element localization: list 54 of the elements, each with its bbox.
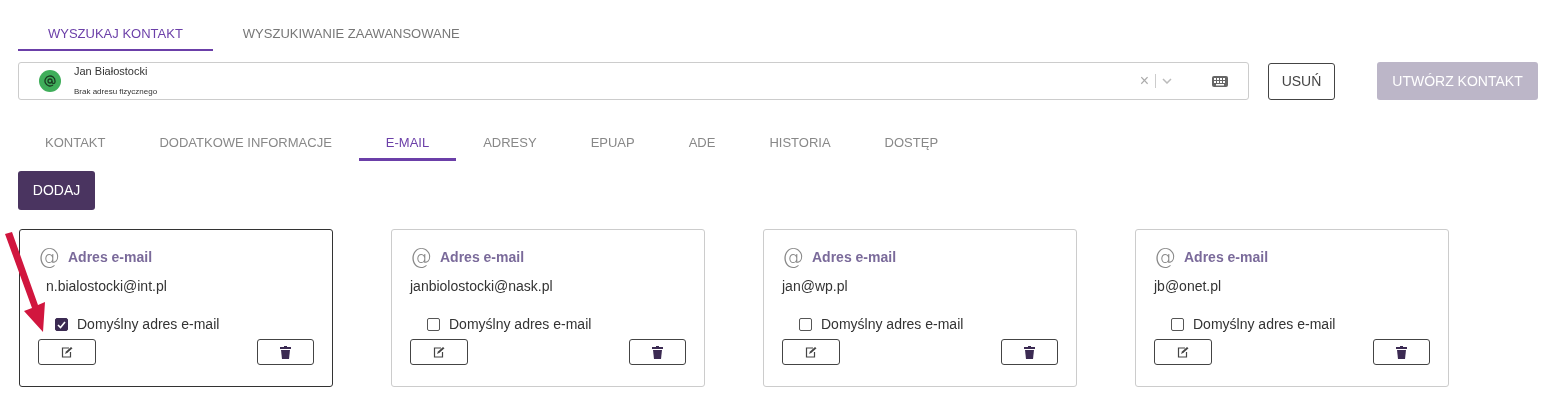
- edit-icon: [1177, 346, 1189, 358]
- trash-icon: [1024, 345, 1035, 359]
- delete-button[interactable]: [629, 339, 686, 365]
- default-checkbox[interactable]: [799, 318, 812, 331]
- email-address: jan@wp.pl: [782, 277, 849, 296]
- email-address: jb@onet.pl: [1154, 277, 1223, 296]
- card-title: Adres e-mail: [68, 247, 153, 267]
- contact-address-note: Brak adresu fizycznego: [74, 86, 158, 98]
- card-title: Adres e-mail: [440, 247, 525, 267]
- delete-contact-button[interactable]: USUŃ: [1268, 62, 1335, 100]
- trash-icon: [280, 345, 291, 359]
- edit-icon: [61, 346, 73, 358]
- card-title: Adres e-mail: [1184, 247, 1269, 267]
- at-sign-icon: @: [410, 246, 432, 268]
- edit-icon: [433, 346, 445, 358]
- delete-button[interactable]: [1373, 339, 1430, 365]
- trash-icon: [1396, 345, 1407, 359]
- email-address: janbiolostocki@nask.pl: [410, 277, 554, 296]
- at-sign-icon: @: [1154, 246, 1176, 268]
- default-checkbox[interactable]: [55, 318, 68, 331]
- edit-icon: [805, 346, 817, 358]
- at-sign-icon: @: [38, 246, 60, 268]
- tab[interactable]: ADE: [661, 128, 743, 161]
- tab[interactable]: WYSZUKIWANIE ZAAWANSOWANE: [212, 18, 490, 51]
- clear-button[interactable]: ×: [1139, 73, 1149, 89]
- trash-icon: [652, 345, 663, 359]
- checkbox-label: Domyślny adres e-mail: [77, 315, 220, 334]
- keyboard-icon[interactable]: [1212, 75, 1228, 87]
- email-address: n.bialostocki@int.pl: [45, 277, 168, 296]
- tab[interactable]: DOSTĘP: [857, 128, 966, 161]
- email-avatar-icon: [39, 70, 61, 92]
- edit-button[interactable]: [1154, 339, 1212, 365]
- tab[interactable]: ADRESY: [456, 128, 564, 161]
- edit-button[interactable]: [410, 339, 468, 365]
- checkbox-label: Domyślny adres e-mail: [821, 315, 964, 334]
- contact-name: Jan Białostocki: [74, 64, 149, 78]
- add-button[interactable]: DODAJ: [18, 171, 95, 210]
- tab[interactable]: E-MAIL: [358, 128, 457, 161]
- default-checkbox[interactable]: [427, 318, 440, 331]
- edit-button[interactable]: [782, 339, 840, 365]
- tab[interactable]: DODATKOWE INFORMACJE: [132, 128, 359, 161]
- checkbox-label: Domyślny adres e-mail: [449, 315, 592, 334]
- checkbox-label: Domyślny adres e-mail: [1193, 315, 1336, 334]
- card-title: Adres e-mail: [812, 247, 897, 267]
- at-sign-icon: @: [782, 246, 804, 268]
- tab[interactable]: EPUAP: [563, 128, 662, 161]
- tab[interactable]: HISTORIA: [742, 128, 858, 161]
- edit-button[interactable]: [38, 339, 96, 365]
- default-checkbox[interactable]: [1171, 318, 1184, 331]
- contact-search-field[interactable]: Jan Białostocki Brak adresu fizycznego ×: [18, 62, 1249, 100]
- delete-button[interactable]: [1001, 339, 1058, 365]
- delete-button[interactable]: [257, 339, 314, 365]
- tab[interactable]: KONTAKT: [18, 128, 133, 161]
- tab[interactable]: WYSZUKAJ KONTAKT: [18, 18, 213, 51]
